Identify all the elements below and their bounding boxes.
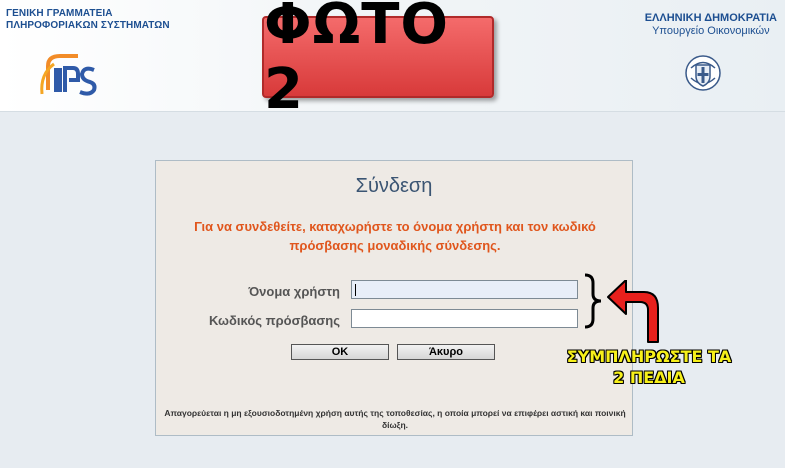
gov-title: ΕΛΛΗΝΙΚΗ ΔΗΜΟΚΡΑΤΙΑ Υπουργείο Οικονομικώ… xyxy=(645,12,777,38)
gsis-title-line1: ΓΕΝΙΚΗ ΓΡΑΜΜΑΤΕΙΑ xyxy=(6,8,113,19)
username-label: Όνομα χρήστη xyxy=(248,284,340,299)
greek-seal-icon xyxy=(685,55,721,91)
red-arrow-icon xyxy=(607,280,659,343)
gov-title-line1: ΕΛΛΗΝΙΚΗ ΔΗΜΟΚΡΑΤΙΑ xyxy=(644,12,777,24)
username-input[interactable] xyxy=(351,280,578,299)
photo-banner-text: ΦΩΤΟ 2 xyxy=(264,0,450,122)
password-label: Κωδικός πρόσβασης xyxy=(208,313,340,328)
curly-brace-icon xyxy=(584,273,602,329)
password-input[interactable] xyxy=(351,309,578,328)
cancel-button[interactable]: Άκυρο xyxy=(397,344,495,360)
callout-line2: 2 ΠΕΔΙΑ xyxy=(613,368,685,387)
photo-banner: ΦΩΤΟ 2 xyxy=(262,0,494,122)
gsis-title-line2: ΠΛΗΡΟΦΟΡΙΑΚΩΝ ΣΥΣΤΗΜΑΤΩΝ xyxy=(6,20,170,31)
ok-button[interactable]: OK xyxy=(291,344,389,360)
gsis-title: ΓΕΝΙΚΗ ΓΡΑΜΜΑΤΕΙΑ ΠΛΗΡΟΦΟΡΙΑΚΩΝ ΣΥΣΤΗΜΑΤ… xyxy=(6,8,170,32)
site-header: ΓΕΝΙΚΗ ΓΡΑΜΜΑΤΕΙΑ ΠΛΗΡΟΦΟΡΙΑΚΩΝ ΣΥΣΤΗΜΑΤ… xyxy=(0,0,785,122)
gsis-logo-icon xyxy=(40,54,97,96)
login-panel: Σύνδεση Για να συνδεθείτε, καταχωρήστε τ… xyxy=(155,160,633,436)
login-title: Σύνδεση xyxy=(355,175,433,197)
gov-title-line2: Υπουργείο Οικονομικών xyxy=(652,25,770,37)
fill-fields-callout: ΣΥΜΠΛΗΡΩΣΤΕ ΤΑ 2 ΠΕΔΙΑ xyxy=(536,346,762,388)
legal-notice: Απαγορεύεται η μη εξουσιοδοτημένη χρήση … xyxy=(164,408,626,430)
callout-line1: ΣΥΜΠΛΗΡΩΣΤΕ ΤΑ xyxy=(566,347,732,366)
login-instructions: Για να συνδεθείτε, καταχωρήστε το όνομα … xyxy=(194,219,596,253)
